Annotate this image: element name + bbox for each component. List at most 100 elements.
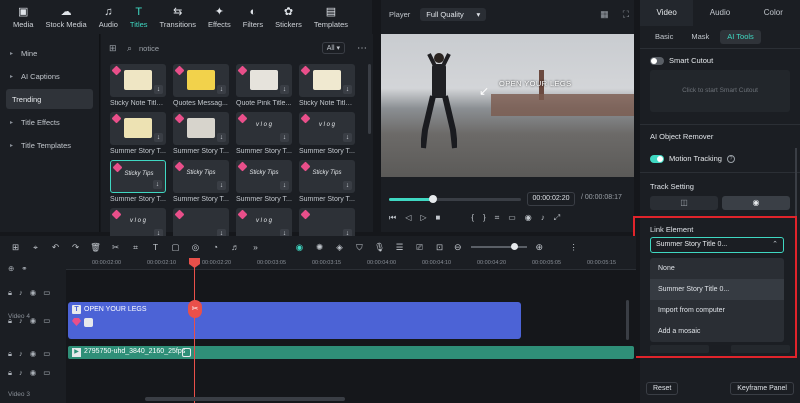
zoom-in-icon[interactable]: ⊕: [536, 242, 544, 253]
folder-icon[interactable]: ▭: [43, 349, 50, 359]
title-card[interactable]: v l o g ↓ Summer Story T...: [299, 112, 355, 160]
add-track-icon[interactable]: ⊕: [8, 264, 14, 273]
title-card[interactable]: Sticky Tips ↓ Summer Story T...: [236, 160, 292, 208]
smart-cutout-toggle[interactable]: [650, 56, 664, 65]
smart-cutout-area[interactable]: Click to start Smart Cutout: [650, 70, 790, 112]
list-icon[interactable]: ☰: [394, 242, 405, 253]
title-thumbnail[interactable]: Sticky Tips ↓: [236, 160, 292, 193]
eye-icon[interactable]: ◉: [30, 288, 37, 298]
camera-icon[interactable]: ◉: [525, 213, 532, 223]
title-thumbnail[interactable]: ↓: [110, 112, 166, 145]
tab-stock-media[interactable]: ☁ Stock Media: [40, 1, 91, 33]
nav-item-trending[interactable]: Trending: [6, 89, 93, 109]
eye-icon[interactable]: ◉: [30, 368, 37, 378]
tab-video[interactable]: Video: [640, 0, 694, 26]
download-icon[interactable]: ↓: [153, 180, 162, 189]
current-time[interactable]: 00:00:02:20: [527, 192, 575, 206]
speed-icon[interactable]: ◔: [210, 242, 221, 252]
seek-bar[interactable]: [389, 195, 521, 203]
link-icon[interactable]: ⚭: [21, 264, 27, 273]
search-input[interactable]: notice: [139, 44, 322, 53]
mark-in-icon[interactable]: {: [471, 213, 474, 223]
volume-icon[interactable]: ♪: [541, 213, 545, 223]
title-card[interactable]: ↓ Summer Story T...: [173, 112, 229, 160]
title-thumbnail[interactable]: Sticky Tips ↓: [110, 160, 166, 193]
marker-icon[interactable]: ⌗: [495, 213, 500, 223]
tab-filters[interactable]: ◐ Filters: [238, 1, 268, 33]
nav-item-mine[interactable]: ▸ Mine: [6, 43, 93, 63]
title-thumbnail[interactable]: v l o g ↓: [299, 112, 355, 145]
track-eye-icon[interactable]: ◉: [722, 196, 790, 210]
shield-icon[interactable]: ⛉: [354, 242, 365, 253]
display-icon[interactable]: ▭: [508, 213, 516, 223]
tab-templates[interactable]: ▤ Templates: [309, 1, 353, 33]
quality-dropdown[interactable]: Full Quality ▾: [420, 7, 487, 21]
snapshot-grid-icon[interactable]: ▦: [600, 9, 609, 20]
more-options-icon[interactable]: ⋯: [357, 43, 367, 54]
title-card[interactable]: ↓ Sticky Note Title...: [110, 64, 166, 112]
keyframe-panel-button[interactable]: Keyframe Panel: [730, 382, 794, 395]
folder-icon[interactable]: ⊞: [109, 43, 127, 54]
title-card[interactable]: Sticky Tips ↓ Summer Story T...: [173, 160, 229, 208]
download-icon[interactable]: ↓: [154, 133, 163, 142]
tab-titles[interactable]: T Titles: [125, 1, 153, 33]
title-card[interactable]: Sticky Tips ↓ Summer Story T...: [110, 160, 166, 208]
download-icon[interactable]: ↓: [280, 85, 289, 94]
download-icon[interactable]: ↓: [343, 181, 352, 190]
filter-dropdown[interactable]: All ▾: [321, 42, 345, 54]
title-thumbnail[interactable]: ↓: [236, 64, 292, 97]
folder-icon[interactable]: ▭: [43, 288, 50, 298]
title-card[interactable]: v l o g ↓ Summer Story T...: [236, 112, 292, 160]
inspector-scrollbar[interactable]: [795, 148, 797, 222]
download-icon[interactable]: ↓: [217, 133, 226, 142]
title-thumbnail[interactable]: ↓: [173, 64, 229, 97]
tab-audio[interactable]: Audio: [693, 0, 746, 26]
play-icon[interactable]: ▷: [420, 213, 426, 223]
eye-icon[interactable]: ◉: [30, 316, 37, 326]
browser-scrollbar[interactable]: [368, 64, 371, 134]
select-tool-icon[interactable]: ⌖: [30, 242, 41, 253]
speaker-icon[interactable]: ♪: [19, 349, 23, 359]
mask-icon[interactable]: ◈: [334, 242, 345, 253]
title-thumbnail[interactable]: Sticky Tips ↓: [173, 160, 229, 193]
title-thumbnail[interactable]: Sticky Tips ↓: [299, 160, 355, 193]
speaker-icon[interactable]: ♪: [19, 368, 23, 378]
download-icon[interactable]: ↓: [280, 181, 289, 190]
subtab-ai-tools[interactable]: AI Tools: [720, 30, 761, 44]
folder-icon[interactable]: ▭: [43, 316, 50, 326]
zoom-handle[interactable]: [510, 243, 518, 250]
download-icon[interactable]: ↓: [280, 133, 289, 142]
subtab-mask[interactable]: Mask: [684, 30, 716, 44]
title-clip[interactable]: T OPEN YOUR LEGS: [68, 302, 521, 339]
audio-icon[interactable]: ♬: [230, 242, 241, 252]
image-icon[interactable]: ⊡: [434, 242, 445, 253]
title-thumbnail[interactable]: ↓: [110, 64, 166, 97]
scissor-icon[interactable]: ✂: [188, 300, 202, 318]
download-icon[interactable]: ↓: [343, 133, 352, 142]
motion-tracking-toggle[interactable]: [650, 154, 664, 163]
eye-icon[interactable]: ◉: [30, 349, 37, 359]
text-icon[interactable]: T: [150, 242, 161, 252]
title-thumbnail[interactable]: v l o g ↓: [236, 112, 292, 145]
lock-icon[interactable]: 🔒︎: [8, 368, 12, 378]
track-mode-icon[interactable]: ◫: [650, 196, 718, 210]
seek-handle[interactable]: [428, 195, 437, 203]
tab-media[interactable]: ▣ Media: [8, 1, 38, 33]
mic-icon[interactable]: 🎙: [374, 242, 385, 253]
download-icon[interactable]: ↓: [217, 181, 226, 190]
split-icon[interactable]: ✂: [110, 242, 121, 253]
timeline-horizontal-scrollbar[interactable]: [145, 397, 345, 401]
info-icon[interactable]: ?: [726, 154, 735, 163]
speaker-icon[interactable]: ♪: [19, 288, 23, 298]
lock-icon[interactable]: 🔒︎: [8, 349, 12, 359]
redo-icon[interactable]: ↷: [70, 242, 81, 253]
color-icon[interactable]: ◎: [190, 242, 201, 253]
subtab-basic[interactable]: Basic: [648, 30, 680, 44]
download-icon[interactable]: ↓: [343, 85, 352, 94]
zoom-slider[interactable]: [470, 243, 527, 250]
step-back-icon[interactable]: ◁: [405, 213, 411, 223]
lock-icon[interactable]: 🔒︎: [8, 288, 12, 298]
video-clip[interactable]: ▶ 2795750-uhd_3840_2160_25fps: [68, 346, 634, 359]
nav-item-title-effects[interactable]: ▸ Title Effects: [6, 112, 93, 132]
title-card[interactable]: Sticky Tips ↓ Summer Story T...: [299, 160, 355, 208]
